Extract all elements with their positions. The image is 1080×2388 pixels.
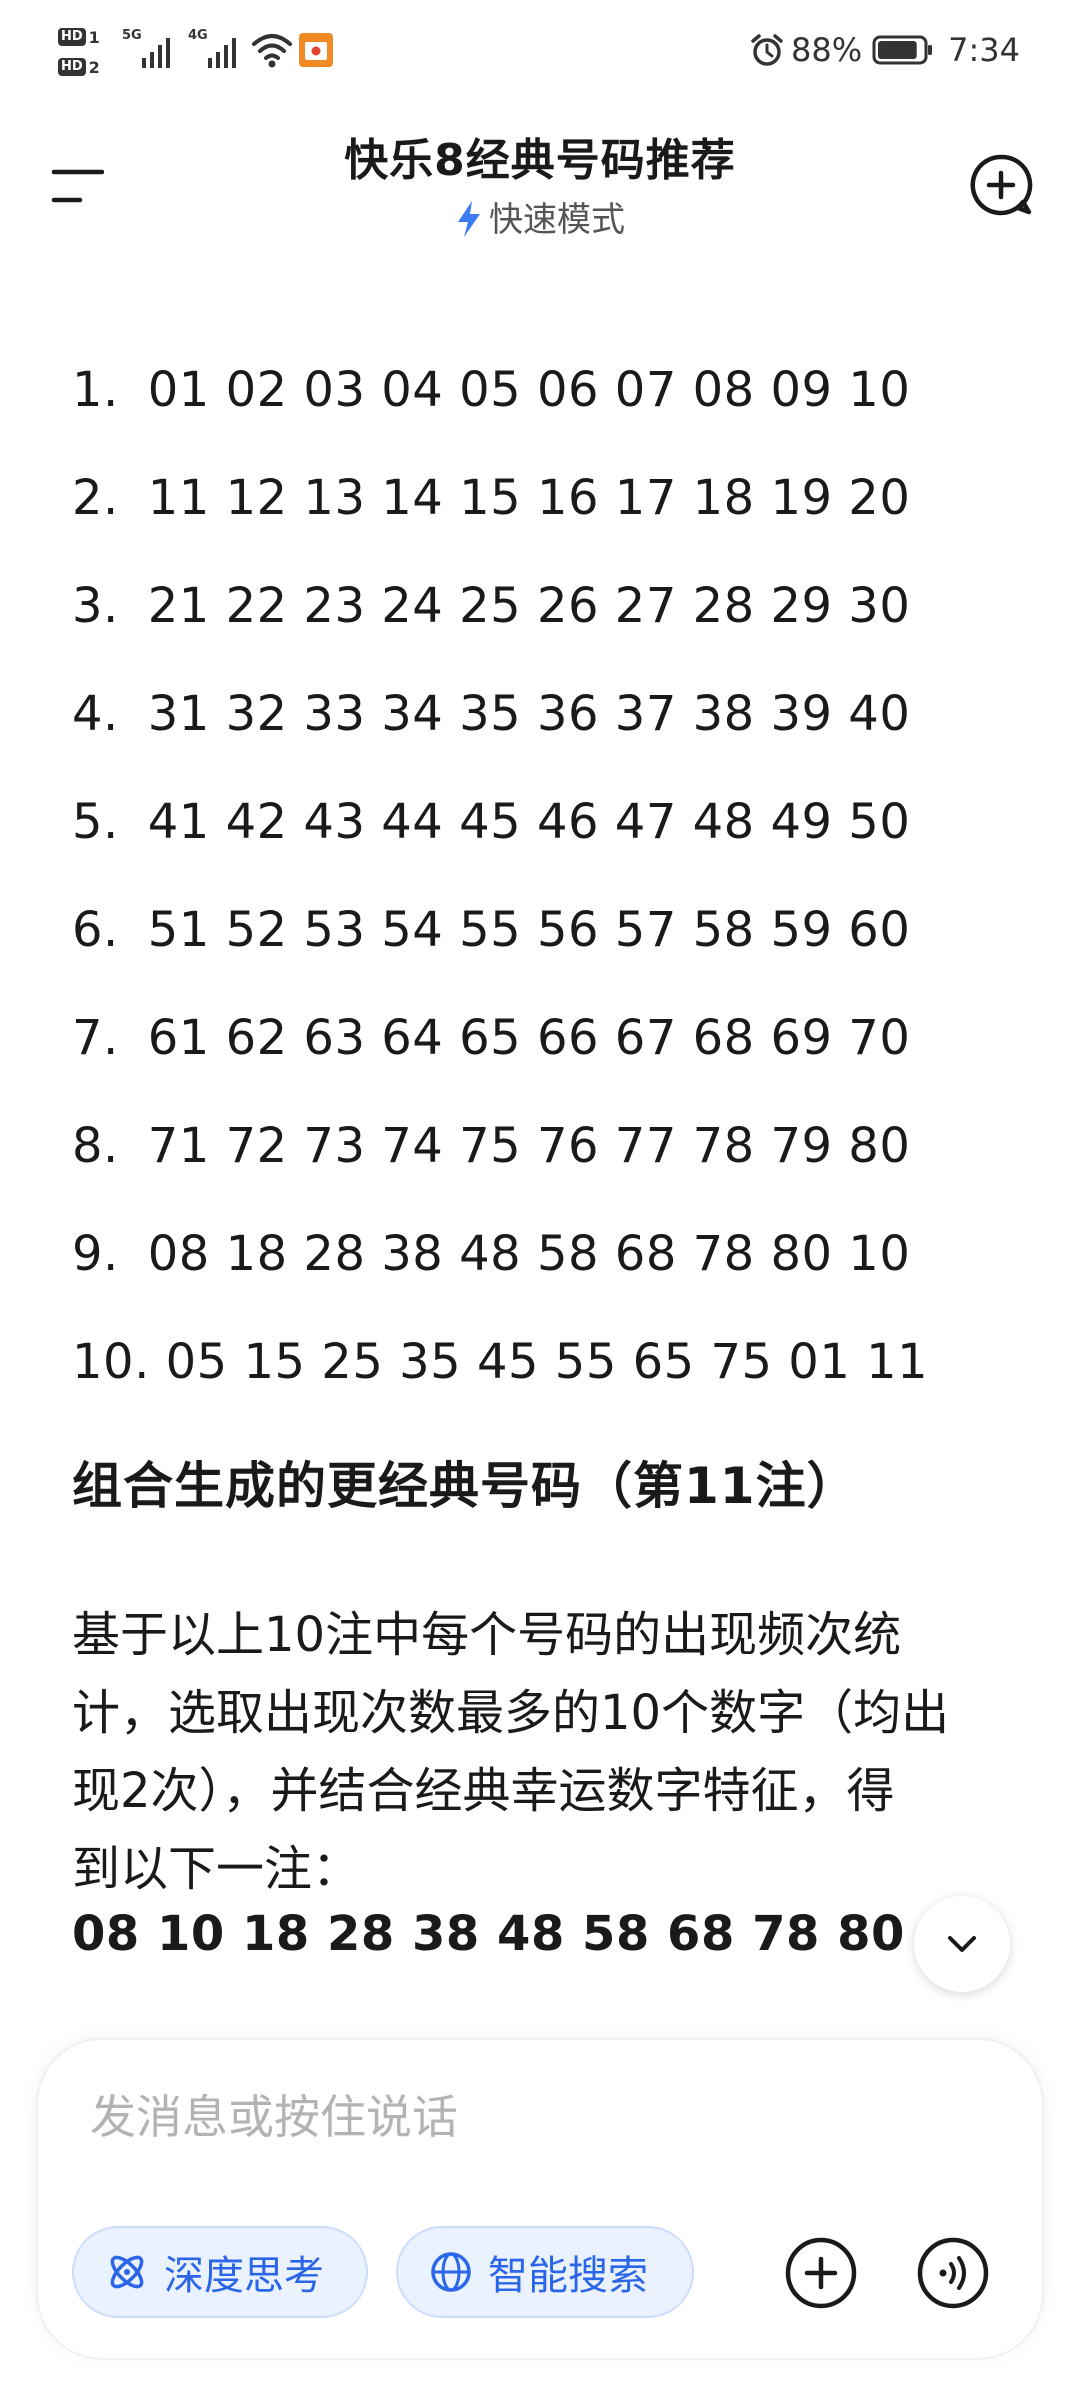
section-title: 组合生成的更经典号码（第11注） <box>72 1457 858 1515</box>
battery-icon <box>872 35 933 65</box>
list-index: 3. <box>72 578 119 634</box>
hd2-badge: HD <box>58 58 86 76</box>
status-bar: HD 1 HD 2 5G 4G 88% 7:34 <box>0 0 1080 96</box>
hd2-number: 2 <box>88 57 100 77</box>
deep-think-label: 深度思考 <box>164 2253 324 2299</box>
paragraph-line: 现2次），并结合经典幸运数字特征，得 <box>72 1763 895 1819</box>
hd1-badge: HD <box>58 28 86 46</box>
number-list-item: 7. 61 62 63 64 65 66 67 68 69 70 <box>72 984 928 1092</box>
list-index: 7. <box>72 1010 119 1066</box>
list-index: 5. <box>72 794 119 850</box>
globe-icon <box>431 2252 471 2292</box>
list-index: 8. <box>72 1118 119 1174</box>
list-numbers: 08 18 28 38 48 58 68 78 80 10 <box>132 1226 911 1282</box>
lightning-icon <box>458 200 480 237</box>
clock-time: 7:34 <box>948 31 1020 69</box>
number-list-item: 10. 05 15 25 35 45 55 65 75 01 11 <box>72 1308 928 1416</box>
number-list-item: 1. 01 02 03 04 05 06 07 08 09 10 <box>72 336 928 444</box>
number-list-item: 6. 51 52 53 54 55 56 57 58 59 60 <box>72 876 928 984</box>
alarm-icon <box>751 34 783 66</box>
new-chat-icon <box>970 154 1033 216</box>
app-screen: HD 1 HD 2 5G 4G 88% 7:34 快乐8经典号码推荐 快速模式 … <box>0 0 1080 2388</box>
app-notification-icon <box>299 33 333 67</box>
chat-content[interactable]: 1. 01 02 03 04 05 06 07 08 09 10 2. 11 12… <box>0 266 1080 2026</box>
deep-think-button[interactable]: 深度思考 <box>72 2226 368 2318</box>
result-numbers: 08 10 18 28 38 48 58 68 78 80 <box>72 1906 905 1962</box>
voice-button[interactable] <box>916 2236 990 2310</box>
list-numbers: 71 72 73 74 75 76 77 78 79 80 <box>132 1118 911 1174</box>
voice-icon <box>917 2237 989 2309</box>
new-chat-button[interactable] <box>968 152 1034 218</box>
list-index: 1. <box>72 362 119 418</box>
number-list-item: 9. 08 18 28 38 48 58 68 78 80 10 <box>72 1200 928 1308</box>
smart-search-label: 智能搜索 <box>488 2253 648 2299</box>
chat-header: 快乐8经典号码推荐 快速模式 <box>0 96 1080 266</box>
message-composer: 深度思考 智能搜索 <box>38 2040 1042 2358</box>
hd-indicators: HD 1 HD 2 <box>58 22 112 86</box>
number-list-item: 8. 71 72 73 74 75 76 77 78 79 80 <box>72 1092 928 1200</box>
battery-percent: 88% <box>791 31 863 69</box>
smart-search-button[interactable]: 智能搜索 <box>396 2226 694 2318</box>
list-index: 10. <box>72 1334 150 1390</box>
paragraph-line: 到以下一注： <box>72 1841 361 1897</box>
net-5g-label: 5G <box>122 28 142 43</box>
list-index: 4. <box>72 686 119 742</box>
list-numbers: 01 02 03 04 05 06 07 08 09 10 <box>132 362 911 418</box>
atom-icon <box>110 2255 144 2289</box>
number-list-item: 3. 21 22 23 24 25 26 27 28 29 30 <box>72 552 928 660</box>
hd1-number: 1 <box>88 27 100 47</box>
list-numbers: 21 22 23 24 25 26 27 28 29 30 <box>132 578 911 634</box>
attach-button[interactable] <box>784 2236 858 2310</box>
list-index: 6. <box>72 902 119 958</box>
list-numbers: 41 42 43 44 45 46 47 48 49 50 <box>132 794 911 850</box>
number-list-item: 5. 41 42 43 44 45 46 47 48 49 50 <box>72 768 928 876</box>
explanation-paragraph: 基于以上10注中每个号码的出现频次统 计，选取出现次数最多的10个数字（均出 现2次… <box>72 1596 1012 1908</box>
scroll-down-button[interactable] <box>914 1896 1010 1992</box>
number-list: 1. 01 02 03 04 05 06 07 08 09 10 2. 11 12… <box>72 336 928 1416</box>
signal-icon <box>142 38 170 68</box>
list-index: 2. <box>72 470 119 526</box>
number-list-item: 2. 11 12 13 14 15 16 17 18 19 20 <box>72 444 928 552</box>
page-title: 快乐8经典号码推荐 <box>344 135 736 186</box>
net-4g-label: 4G <box>188 28 208 43</box>
list-index: 9. <box>72 1226 119 1282</box>
list-numbers: 51 52 53 54 55 56 57 58 59 60 <box>132 902 911 958</box>
plus-icon <box>785 2237 857 2309</box>
list-numbers: 11 12 13 14 15 16 17 18 19 20 <box>132 470 911 526</box>
status-right: 88% 7:34 <box>749 30 1020 70</box>
number-list-item: 4. 31 32 33 34 35 36 37 38 39 40 <box>72 660 928 768</box>
mode-indicator[interactable]: 快速模式 <box>0 192 1080 241</box>
signal-icon <box>208 38 236 68</box>
paragraph-line: 计，选取出现次数最多的10个数字（均出 <box>72 1685 950 1741</box>
list-numbers: 31 32 33 34 35 36 37 38 39 40 <box>132 686 911 742</box>
mode-label: 快速模式 <box>489 200 625 240</box>
message-input[interactable] <box>88 2076 972 2158</box>
paragraph-line: 基于以上10注中每个号码的出现频次统 <box>72 1607 902 1663</box>
wifi-icon <box>252 34 292 68</box>
list-numbers: 61 62 63 64 65 66 67 68 69 70 <box>132 1010 911 1066</box>
chevron-down-icon <box>948 1936 976 1952</box>
list-numbers: 05 15 25 35 45 55 65 75 01 11 <box>149 1334 929 1390</box>
